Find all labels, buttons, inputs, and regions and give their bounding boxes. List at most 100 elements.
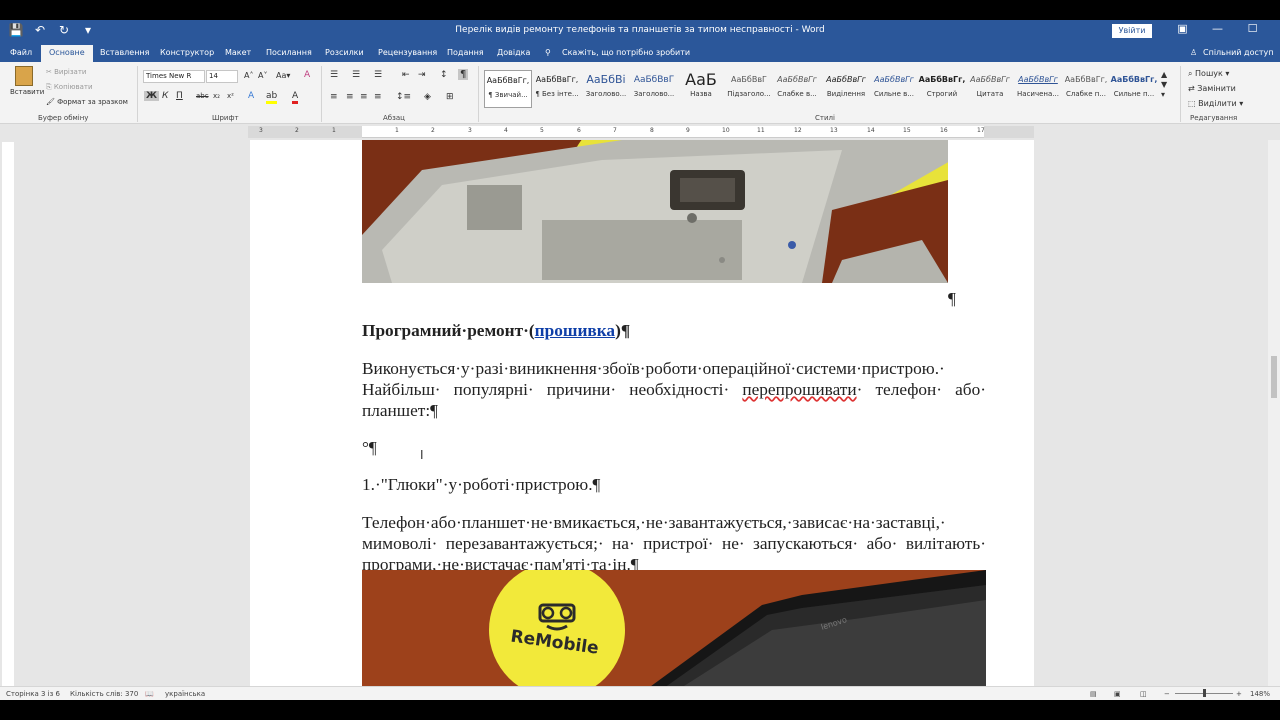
minimize-icon[interactable]: —	[1200, 22, 1235, 35]
style-intense-reference[interactable]: АаБбВвГг, Сильне п...	[1110, 70, 1158, 108]
section-heading[interactable]: Програмний·ремонт·(прошивка)¶	[362, 320, 986, 341]
document-area[interactable]: bile ¶ Програмний·ремонт·(прошивка)¶	[16, 140, 1268, 686]
tab-review[interactable]: Рецензування	[378, 48, 437, 57]
style-subtle-reference[interactable]: АаБбВвГг, Слабке п...	[1062, 70, 1110, 108]
paragraph-symptoms[interactable]: Телефон·або·планшет·не·вмикається,·не·за…	[362, 512, 986, 575]
share-icon[interactable]: ♙	[1190, 48, 1197, 57]
tab-design[interactable]: Конструктор	[160, 48, 214, 57]
subscript-button[interactable]: x₂	[213, 92, 220, 100]
style-quote[interactable]: АаБбВвГг Цитата	[966, 70, 1014, 108]
select-button[interactable]: ⬚ Виділити ▾	[1188, 99, 1243, 108]
shading-icon[interactable]: ◈	[424, 92, 431, 102]
misspelled-word[interactable]: перепрошивати	[742, 380, 856, 399]
style-heading-1[interactable]: АаБбВі Заголово...	[582, 70, 630, 108]
replace-button[interactable]: ⇄ Замінити	[1188, 84, 1236, 93]
style-title[interactable]: АаБ Назва	[677, 70, 725, 108]
bold-button[interactable]: Ж	[144, 91, 160, 101]
sign-in-button[interactable]: Увійти	[1112, 24, 1152, 38]
paragraph-intro[interactable]: Виконується·у·разі·виникнення·збоїв·робо…	[362, 358, 986, 421]
vertical-scrollbar[interactable]	[1268, 140, 1280, 686]
page-count[interactable]: Сторінка 3 із 6	[6, 690, 60, 698]
paste-button[interactable]: Вставити	[10, 66, 44, 106]
phone-frame-photo: bile	[362, 140, 948, 283]
style-heading-2[interactable]: АаБбВвГ Заголово...	[630, 70, 678, 108]
line-spacing-icon[interactable]: ↕≡	[396, 92, 411, 102]
proofing-icon[interactable]: 📖	[145, 690, 154, 698]
styles-more-icon[interactable]: ▲ ▼ ▾	[1161, 70, 1167, 100]
tab-home[interactable]: Основне	[41, 45, 93, 62]
style-normal[interactable]: АаБбВвГг, ¶ Звичай...	[484, 70, 532, 108]
strikethrough-button[interactable]: abc	[196, 92, 209, 100]
cut-button[interactable]: ✂ Вирізати	[46, 68, 86, 76]
document-page[interactable]: bile ¶ Програмний·ремонт·(прошивка)¶	[250, 140, 1034, 686]
borders-icon[interactable]: ⊞	[446, 92, 454, 102]
multilevel-list-icon[interactable]: ☰	[374, 70, 382, 80]
tell-me-icon[interactable]: ⚲	[545, 48, 551, 57]
style-no-spacing[interactable]: АаБбВвГг, ¶ Без інте...	[533, 70, 581, 108]
remobile-phone-image[interactable]: ReMobile lenovo	[362, 570, 986, 686]
italic-button[interactable]: К	[162, 91, 168, 101]
bullets-icon[interactable]: ☰	[330, 70, 338, 80]
tab-file[interactable]: Файл	[10, 48, 32, 57]
style-intense-quote[interactable]: АаБбВвГг Насичена...	[1014, 70, 1062, 108]
font-name-box[interactable]: Times New R	[143, 70, 205, 83]
tab-mailings[interactable]: Розсилки	[325, 48, 364, 57]
empty-paragraph[interactable]: °¶	[362, 437, 986, 458]
decrease-indent-icon[interactable]: ⇤	[402, 70, 410, 80]
format-painter-button[interactable]: 🖌 Формат за зразком	[46, 98, 128, 106]
print-layout-icon[interactable]: ▣	[1114, 690, 1121, 698]
increase-indent-icon[interactable]: ⇥	[418, 70, 426, 80]
sort-icon[interactable]: ↕	[440, 70, 448, 80]
zoom-level[interactable]: 148%	[1250, 690, 1270, 698]
ribbon-display-icon[interactable]: ▣	[1165, 22, 1200, 35]
firmware-link[interactable]: прошивка	[535, 321, 615, 340]
font-size-box[interactable]: 14	[206, 70, 238, 83]
read-mode-icon[interactable]: ▤	[1090, 690, 1097, 698]
style-subtitle[interactable]: АаБбВвГ Підзаголо...	[725, 70, 773, 108]
share-button[interactable]: Спільний доступ	[1203, 48, 1274, 57]
numbering-icon[interactable]: ☰	[352, 70, 360, 80]
divider	[137, 66, 138, 122]
tell-me-box[interactable]: Скажіть, що потрібно зробити	[562, 48, 690, 57]
horizontal-ruler[interactable]: 3 2 1 1 2 3 4 5 6 7 8 9 10 11 12 13 14 1…	[248, 126, 1034, 138]
phone-frame-image[interactable]: bile	[362, 140, 948, 283]
clear-formatting-icon[interactable]: A	[304, 70, 310, 80]
highlight-icon[interactable]: ab	[266, 91, 278, 104]
word-count[interactable]: Кількість слів: 370	[70, 690, 138, 698]
align-center-icon[interactable]: ≡	[346, 92, 354, 102]
copy-button[interactable]: ⎘ Копіювати	[46, 83, 93, 92]
text-effects-icon[interactable]: A	[248, 91, 254, 101]
tab-view[interactable]: Подання	[447, 48, 484, 57]
tab-help[interactable]: Довідка	[497, 48, 530, 57]
language-indicator[interactable]: українська	[165, 690, 205, 698]
zoom-in-icon[interactable]: +	[1236, 690, 1242, 698]
close-icon[interactable]: ✕	[1270, 22, 1280, 35]
status-bar: Сторінка 3 із 6 Кількість слів: 370 📖 ук…	[0, 686, 1280, 700]
style-strong[interactable]: АаБбВвГг, Строгий	[918, 70, 966, 108]
align-left-icon[interactable]: ≡	[330, 92, 338, 102]
list-item[interactable]: 1.·"Глюки"·у·роботі·пристрою.¶	[362, 474, 986, 495]
zoom-slider-thumb[interactable]	[1203, 689, 1206, 697]
change-case-icon[interactable]: Aa▾	[276, 71, 290, 80]
style-emphasis[interactable]: АаБбВвГг Виділення	[822, 70, 870, 108]
shrink-font-icon[interactable]: A˅	[258, 71, 267, 80]
tab-layout[interactable]: Макет	[225, 48, 251, 57]
align-right-icon[interactable]: ≡	[360, 92, 368, 102]
zoom-out-icon[interactable]: −	[1164, 690, 1170, 698]
maximize-icon[interactable]: ☐	[1235, 22, 1270, 35]
show-marks-icon[interactable]: ¶	[458, 69, 469, 80]
vertical-ruler[interactable]	[2, 142, 14, 687]
justify-icon[interactable]: ≡	[374, 92, 382, 102]
superscript-button[interactable]: x²	[227, 92, 234, 100]
style-subtle-emphasis[interactable]: АаБбВвГг Слабке в...	[773, 70, 821, 108]
style-intense-emphasis[interactable]: АаБбВвГг Сильне в...	[870, 70, 918, 108]
scrollbar-thumb[interactable]	[1271, 356, 1277, 398]
underline-button[interactable]: П	[176, 91, 183, 101]
tab-insert[interactable]: Вставлення	[100, 48, 149, 57]
grow-font-icon[interactable]: A˄	[244, 71, 253, 80]
web-layout-icon[interactable]: ◫	[1140, 690, 1147, 698]
tab-references[interactable]: Посилання	[266, 48, 312, 57]
font-color-icon[interactable]: A	[292, 91, 299, 104]
find-button[interactable]: ⌕ Пошук ▾	[1188, 69, 1229, 79]
ruler-right-margin	[984, 126, 1034, 138]
